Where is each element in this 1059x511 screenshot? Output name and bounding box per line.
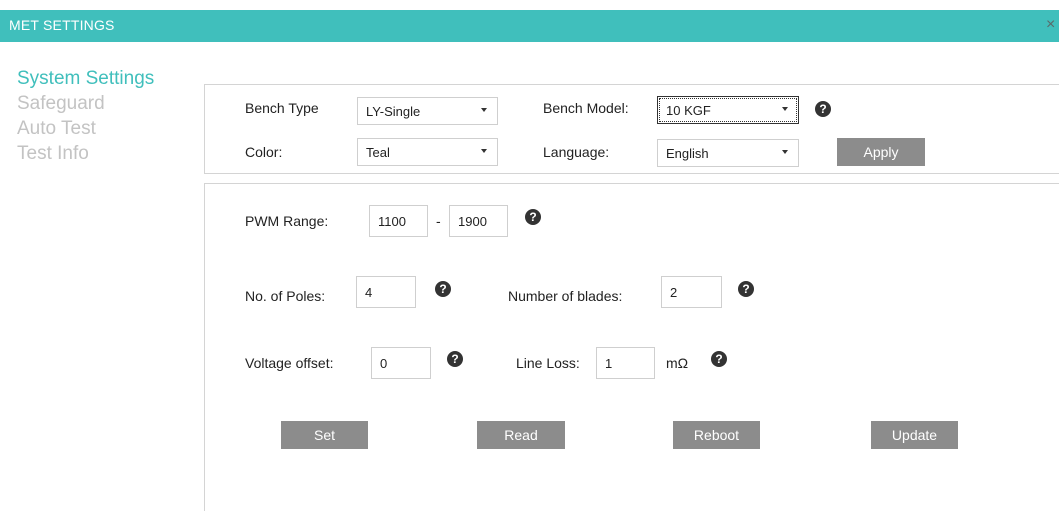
chevron-down-icon — [782, 150, 788, 154]
bench-type-select[interactable]: LY-Single — [357, 97, 498, 125]
bench-model-help-icon[interactable]: ? — [815, 101, 831, 117]
chevron-down-icon — [481, 149, 487, 153]
chevron-down-icon — [782, 107, 788, 111]
pwm-max-input[interactable] — [449, 205, 508, 237]
bench-type-label: Bench Type — [245, 100, 319, 116]
voltage-offset-label: Voltage offset: — [245, 355, 334, 371]
line-loss-help-icon[interactable]: ? — [711, 351, 727, 367]
sidebar-item-system-settings[interactable]: System Settings — [17, 66, 187, 91]
bench-model-label: Bench Model: — [543, 100, 629, 116]
title-bar: MET SETTINGS × — [0, 10, 1059, 42]
language-label: Language: — [543, 144, 610, 160]
pwm-range-help-icon[interactable]: ? — [525, 209, 541, 225]
sidebar-item-safeguard[interactable]: Safeguard — [17, 91, 187, 116]
blades-label: Number of blades: — [508, 288, 623, 304]
read-button[interactable]: Read — [477, 421, 565, 449]
poles-help-icon[interactable]: ? — [435, 281, 451, 297]
close-icon[interactable]: × — [1046, 15, 1055, 35]
bench-model-value: 10 KGF — [666, 103, 711, 118]
sidebar-nav: System Settings Safeguard Auto Test Test… — [17, 66, 187, 166]
pwm-range-separator: - — [436, 213, 441, 229]
poles-input[interactable] — [356, 276, 416, 308]
bench-type-value: LY-Single — [366, 104, 421, 119]
line-loss-unit: mΩ — [666, 355, 689, 371]
update-button[interactable]: Update — [871, 421, 958, 449]
voltage-offset-input[interactable] — [371, 347, 431, 379]
color-label: Color: — [245, 144, 283, 160]
chevron-down-icon — [481, 108, 487, 112]
bench-model-select[interactable]: 10 KGF — [657, 96, 799, 124]
language-value: English — [666, 146, 709, 161]
blades-input[interactable] — [661, 276, 722, 308]
voltage-offset-help-icon[interactable]: ? — [447, 351, 463, 367]
set-button[interactable]: Set — [281, 421, 368, 449]
window-title: MET SETTINGS — [9, 17, 115, 33]
pwm-min-input[interactable] — [369, 205, 428, 237]
language-select[interactable]: English — [657, 139, 799, 167]
blades-help-icon[interactable]: ? — [738, 281, 754, 297]
sidebar-item-auto-test[interactable]: Auto Test — [17, 116, 187, 141]
sidebar-item-test-info[interactable]: Test Info — [17, 141, 187, 166]
reboot-button[interactable]: Reboot — [673, 421, 760, 449]
pwm-range-label: PWM Range: — [245, 213, 329, 229]
color-value: Teal — [366, 145, 390, 160]
line-loss-input[interactable] — [596, 347, 655, 379]
line-loss-label: Line Loss: — [516, 355, 580, 371]
bench-settings-panel — [204, 84, 1059, 174]
color-select[interactable]: Teal — [357, 138, 498, 166]
apply-button[interactable]: Apply — [837, 138, 925, 166]
poles-label: No. of Poles: — [245, 288, 326, 304]
